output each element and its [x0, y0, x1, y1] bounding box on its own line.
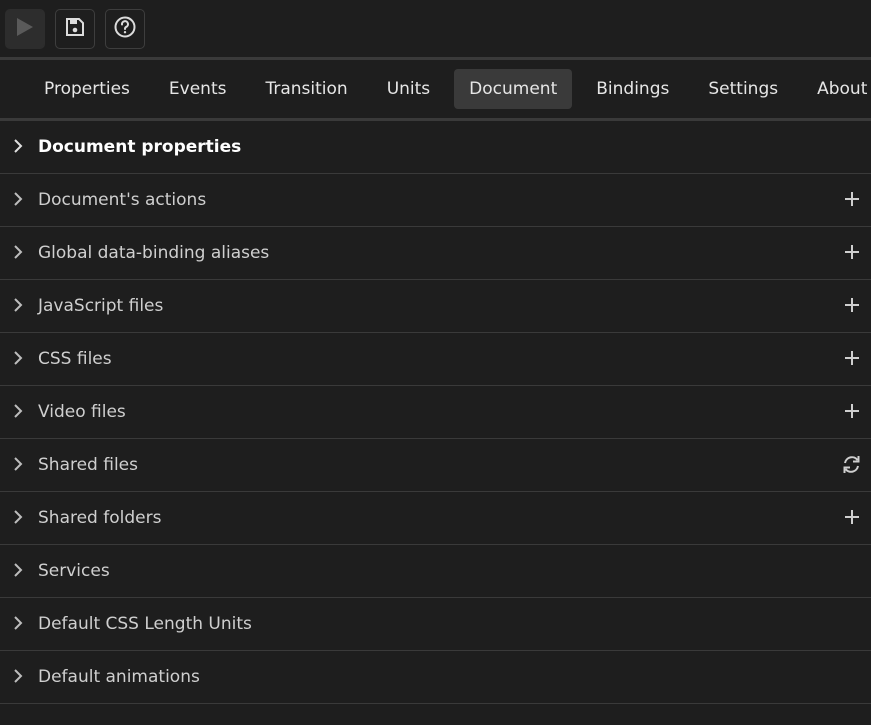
floppy-disk-icon [66, 17, 84, 40]
section-label: Services [38, 561, 110, 581]
chevron-right-icon [12, 668, 24, 687]
plus-icon[interactable] [844, 191, 860, 211]
section-documents-actions[interactable]: Document's actions [0, 174, 871, 227]
tab-events[interactable]: Events [154, 69, 242, 109]
section-shared-folders[interactable]: Shared folders [0, 492, 871, 545]
section-default-css-length-units[interactable]: Default CSS Length Units [0, 598, 871, 651]
toolbar [0, 0, 871, 57]
refresh-icon[interactable] [841, 454, 862, 479]
play-button[interactable] [5, 8, 45, 49]
section-label: Shared files [38, 455, 138, 475]
section-label: Default animations [38, 667, 200, 687]
section-video-files[interactable]: Video files [0, 386, 871, 439]
save-button[interactable] [55, 8, 95, 49]
chevron-right-icon [12, 244, 24, 263]
question-circle-icon [114, 16, 136, 42]
tab-properties[interactable]: Properties [29, 69, 145, 109]
plus-icon[interactable] [844, 244, 860, 264]
help-button[interactable] [105, 8, 145, 49]
play-icon [16, 17, 34, 41]
tab-document[interactable]: Document [454, 69, 573, 109]
section-label: Global data-binding aliases [38, 243, 270, 263]
chevron-right-icon [12, 509, 24, 528]
plus-icon[interactable] [844, 297, 860, 317]
section-css-files[interactable]: CSS files [0, 333, 871, 386]
section-shared-files[interactable]: Shared files [0, 439, 871, 492]
chevron-right-icon [12, 562, 24, 581]
tab-transition[interactable]: Transition [250, 69, 362, 109]
section-label: Video files [38, 402, 126, 422]
chevron-right-icon [12, 350, 24, 369]
document-sections: Document properties Document's actions G… [0, 121, 871, 704]
tab-settings[interactable]: Settings [693, 69, 793, 109]
tab-bindings[interactable]: Bindings [581, 69, 684, 109]
chevron-right-icon [12, 615, 24, 634]
section-label: Default CSS Length Units [38, 614, 252, 634]
chevron-right-icon [12, 403, 24, 422]
plus-icon[interactable] [844, 403, 860, 423]
section-javascript-files[interactable]: JavaScript files [0, 280, 871, 333]
plus-icon[interactable] [844, 509, 860, 529]
plus-icon[interactable] [844, 350, 860, 370]
section-label: CSS files [38, 349, 112, 369]
section-label: Shared folders [38, 508, 162, 528]
section-label: Document properties [38, 137, 242, 157]
chevron-right-icon [12, 191, 24, 210]
tab-about[interactable]: About [802, 69, 871, 109]
tab-bar: Properties Events Transition Units Docum… [0, 60, 871, 118]
chevron-right-icon [12, 456, 24, 475]
section-global-data-binding-aliases[interactable]: Global data-binding aliases [0, 227, 871, 280]
section-default-animations[interactable]: Default animations [0, 651, 871, 704]
section-label: Document's actions [38, 190, 207, 210]
section-label: JavaScript files [38, 296, 164, 316]
chevron-right-icon [12, 138, 24, 157]
chevron-right-icon [12, 297, 24, 316]
tab-units[interactable]: Units [372, 69, 445, 109]
section-document-properties[interactable]: Document properties [0, 121, 871, 174]
section-services[interactable]: Services [0, 545, 871, 598]
